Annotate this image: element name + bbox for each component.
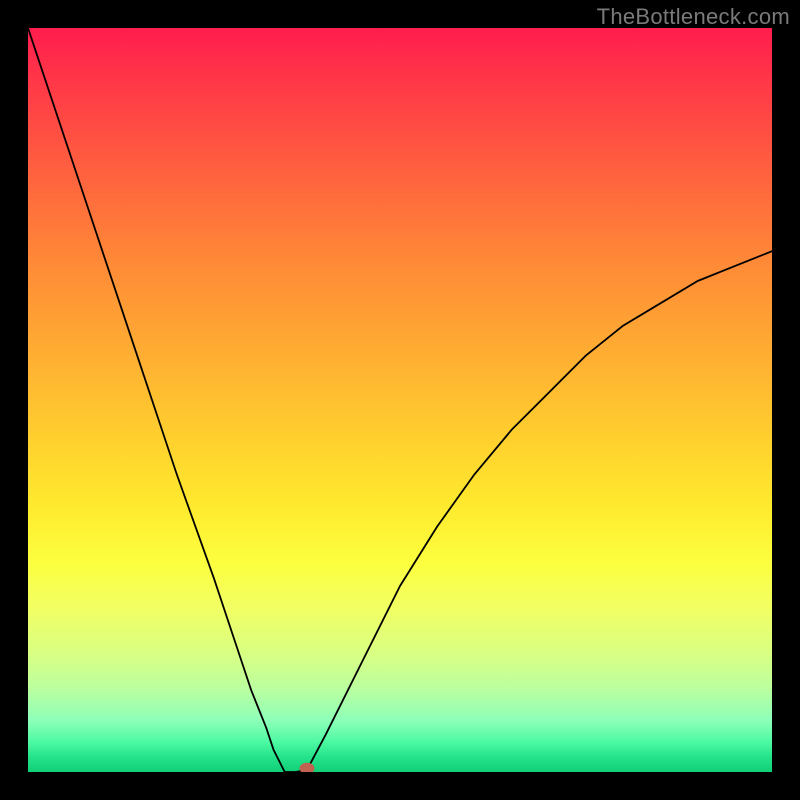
plot-area	[28, 28, 772, 772]
watermark-text: TheBottleneck.com	[597, 4, 790, 30]
min-marker	[300, 763, 314, 772]
chart-svg	[28, 28, 772, 772]
bottleneck-curve	[28, 28, 772, 772]
chart-frame: TheBottleneck.com	[0, 0, 800, 800]
